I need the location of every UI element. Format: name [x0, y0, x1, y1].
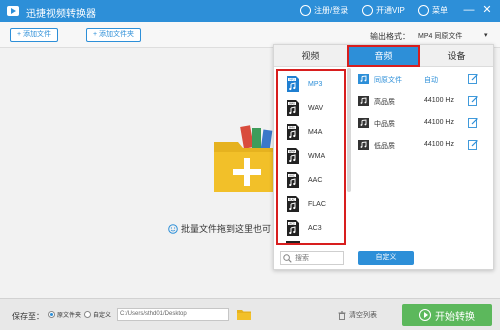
- quality-name: 同原文件: [374, 77, 402, 84]
- output-format-label: 输出格式：: [370, 32, 410, 41]
- format-item-wma[interactable]: WMA WMA: [286, 147, 342, 167]
- audio-quality-icon: [358, 74, 369, 84]
- edit-icon[interactable]: [468, 139, 479, 150]
- svg-text:FLAC: FLAC: [289, 199, 295, 202]
- format-item-flac[interactable]: FLAC FLAC: [286, 195, 342, 215]
- edit-icon[interactable]: [468, 117, 479, 128]
- format-popup: 视频 音频 设备 MP3 MP3 WAV WAV M4A M4A WMA WMA…: [273, 44, 494, 270]
- quality-row-original[interactable]: 同原文件 自动: [358, 73, 488, 87]
- output-format-select[interactable]: MP4 同原文件: [418, 31, 462, 41]
- svg-text:AC3: AC3: [289, 222, 295, 226]
- radio-original-folder[interactable]: [48, 311, 55, 318]
- menu-icon: [418, 5, 429, 16]
- play-icon: [419, 309, 431, 321]
- format-name: AC3: [308, 225, 322, 232]
- quality-name: 低品质: [374, 143, 395, 150]
- app-logo-icon: [7, 6, 19, 16]
- wma-file-icon: WMA: [287, 148, 299, 164]
- audio-quality-icon: [358, 118, 369, 128]
- menu-button[interactable]: 菜单: [418, 5, 448, 16]
- format-name: M4A: [308, 129, 323, 136]
- quality-row-medium[interactable]: 中品质 44100 Hz: [358, 117, 488, 131]
- quality-rate: 44100 Hz: [424, 141, 454, 148]
- tab-device[interactable]: 设备: [420, 45, 493, 67]
- original-folder-label: 原文件夹: [57, 313, 82, 319]
- open-folder-icon[interactable]: [236, 308, 252, 321]
- drop-hint: 批量文件拖到这里也可: [168, 222, 271, 235]
- vip-button[interactable]: 开通VIP: [362, 5, 405, 16]
- vip-icon: [362, 5, 373, 16]
- format-item-aac[interactable]: AAC AAC: [286, 171, 342, 191]
- next-format-peek: [286, 241, 300, 243]
- start-convert-button[interactable]: 开始转换: [402, 304, 492, 326]
- minimize-button[interactable]: —: [462, 3, 476, 17]
- close-button[interactable]: ✕: [480, 3, 494, 17]
- trash-icon: [338, 310, 346, 320]
- aac-file-icon: AAC: [287, 172, 299, 188]
- add-folder-button[interactable]: + 添加文件夹: [86, 28, 142, 42]
- quality-rate: 44100 Hz: [424, 119, 454, 126]
- svg-text:WMA: WMA: [289, 150, 296, 154]
- format-tabs: 视频 音频 设备: [274, 45, 493, 67]
- start-convert-label: 开始转换: [435, 311, 475, 323]
- login-label: 注册/登录: [314, 6, 349, 15]
- format-name: WAV: [308, 105, 324, 112]
- title-bar: 迅捷视频转换器 注册/登录 开通VIP 菜单 — ✕: [0, 0, 500, 22]
- svg-text:M4A: M4A: [289, 126, 295, 130]
- user-icon: [300, 5, 311, 16]
- radio-custom-folder[interactable]: [84, 311, 91, 318]
- app-title: 迅捷视频转换器: [26, 9, 96, 20]
- format-item-mp3[interactable]: MP3 MP3: [286, 75, 342, 95]
- quality-rate: 自动: [424, 77, 438, 84]
- m4a-file-icon: M4A: [287, 124, 299, 140]
- custom-folder-label: 自定义: [93, 313, 112, 319]
- format-name: MP3: [308, 81, 323, 88]
- tab-video[interactable]: 视频: [274, 45, 347, 67]
- save-to-label: 保存至：: [12, 312, 44, 321]
- quality-name: 中品质: [374, 121, 395, 128]
- clear-list-label: 清空列表: [349, 312, 377, 319]
- ac3-file-icon: AC3: [287, 220, 299, 236]
- login-button[interactable]: 注册/登录: [300, 5, 348, 16]
- vip-label: 开通VIP: [376, 6, 405, 15]
- smile-icon: [168, 223, 178, 234]
- quality-row-high[interactable]: 高品质 44100 Hz: [358, 95, 488, 109]
- format-name: AAC: [308, 177, 323, 184]
- audio-format-list: MP3 MP3 WAV WAV M4A M4A WMA WMA AAC AAC …: [276, 69, 346, 245]
- save-path-input[interactable]: C:/Users/sthd01/Desktop: [117, 308, 229, 321]
- drop-hint-text: 批量文件拖到这里也可: [181, 224, 272, 234]
- format-name: WMA: [308, 153, 326, 160]
- format-list-scrollbar[interactable]: [347, 68, 351, 192]
- format-item-wav[interactable]: WAV WAV: [286, 99, 342, 119]
- audio-quality-icon: [358, 140, 369, 150]
- format-item-m4a[interactable]: M4A M4A: [286, 123, 342, 143]
- svg-text:AAC: AAC: [289, 174, 295, 178]
- edit-icon[interactable]: [468, 73, 479, 84]
- quality-rate: 44100 Hz: [424, 97, 454, 104]
- custom-button[interactable]: 自定义: [358, 251, 414, 265]
- clear-list-button[interactable]: 清空列表: [338, 310, 377, 320]
- mp3-file-icon: MP3: [287, 76, 299, 92]
- bottom-bar: 保存至： 原文件夹 自定义 C:/Users/sthd01/Desktop 清空…: [0, 298, 500, 330]
- search-icon: [283, 254, 292, 263]
- edit-icon[interactable]: [468, 95, 479, 106]
- format-item-ac3[interactable]: AC3 AC3: [286, 219, 342, 239]
- menu-label: 菜单: [432, 6, 448, 15]
- wav-file-icon: WAV: [287, 100, 299, 116]
- tab-audio[interactable]: 音频: [347, 45, 420, 67]
- svg-text:MP3: MP3: [289, 78, 295, 82]
- quality-name: 高品质: [374, 99, 395, 106]
- chevron-down-icon[interactable]: ▾: [484, 31, 488, 39]
- quality-row-low[interactable]: 低品质 44100 Hz: [358, 139, 488, 153]
- svg-text:WAV: WAV: [289, 102, 295, 106]
- flac-file-icon: FLAC: [287, 196, 299, 212]
- audio-quality-icon: [358, 96, 369, 106]
- format-name: FLAC: [308, 201, 326, 208]
- add-file-button[interactable]: + 添加文件: [10, 28, 59, 42]
